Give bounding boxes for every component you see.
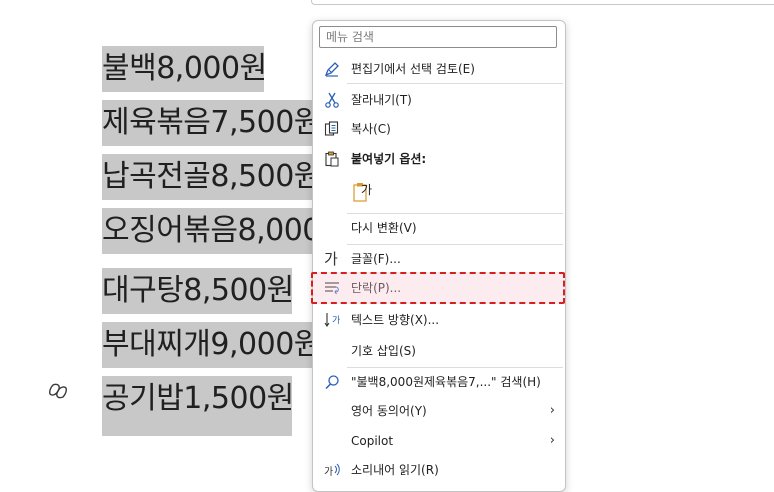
menu-item-label: "불백8,000원제육볶음7,..." 검색(H)	[351, 375, 541, 389]
menu-item-label: 잘라내기(T)	[351, 93, 412, 107]
font-icon: 가	[324, 250, 338, 268]
scissors-icon	[325, 92, 339, 108]
menu-item-convert-again[interactable]: 다시 변환(V)	[314, 214, 564, 242]
document-line[interactable]: 부대찌개9,000원	[102, 322, 312, 368]
search-icon	[325, 375, 339, 390]
clipboard-icon	[325, 151, 339, 167]
menu-item-copy[interactable]: 복사(C)	[314, 115, 564, 143]
menu-item-font[interactable]: 가 글꼴(F)...	[314, 245, 564, 273]
document-line[interactable]: 불백8,000원	[102, 46, 264, 92]
copy-icon	[324, 121, 339, 136]
menu-item-cut[interactable]: 잘라내기(T)	[314, 86, 564, 114]
menu-item-text-direction[interactable]: 가 텍스트 방향(X)...	[314, 306, 564, 334]
menu-item-label: 텍스트 방향(X)...	[351, 313, 440, 327]
menu-item-read-aloud[interactable]: 가 소리내어 읽기(R)	[314, 456, 564, 484]
document-line[interactable]: 대구탕8,500원	[102, 268, 292, 314]
top-window-edge	[311, 0, 774, 5]
document-line[interactable]: 공기밥1,500원	[102, 376, 292, 436]
chevron-right-icon: ›	[549, 433, 555, 448]
svg-text:가: 가	[332, 315, 340, 326]
copilot-icon[interactable]	[49, 383, 67, 399]
menu-item-insert-symbol[interactable]: 기호 삽입(S)	[314, 337, 564, 365]
menu-item-label: 영어 동의어(Y)	[351, 404, 427, 418]
menu-item-label: 소리내어 읽기(R)	[351, 463, 439, 477]
menu-item-label: 기호 삽입(S)	[351, 344, 416, 358]
menu-search-input[interactable]: 메뉴 검색	[319, 26, 557, 48]
menu-item-label: 붙여넣기 옵션:	[351, 152, 427, 166]
context-menu: 메뉴 검색 편집기에서 선택 검토(E) 잘라내기(T) 복사(C) 붙여넣기 …	[312, 20, 566, 492]
menu-separator	[347, 83, 563, 84]
paste-glyph: 가	[361, 183, 373, 197]
menu-item-label: Copilot	[351, 434, 394, 448]
document-line[interactable]: 오징어볶음8,000원	[102, 208, 312, 254]
menu-item-editor-review[interactable]: 편집기에서 선택 검토(E)	[314, 55, 564, 83]
chevron-right-icon: ›	[549, 403, 555, 418]
menu-item-copilot[interactable]: Copilot ›	[314, 427, 564, 455]
paragraph-highlight-box	[311, 272, 565, 304]
menu-item-search-selection[interactable]: "불백8,000원제육볶음7,..." 검색(H)	[314, 368, 564, 396]
menu-item-label: 복사(C)	[351, 122, 391, 136]
menu-item-synonyms[interactable]: 영어 동의어(Y) ›	[314, 397, 564, 425]
menu-item-label: 글꼴(F)...	[351, 252, 401, 266]
svg-text:가: 가	[324, 466, 333, 478]
menu-item-label: 편집기에서 선택 검토(E)	[351, 62, 475, 76]
document-line[interactable]: 제육볶음7,500원	[102, 100, 312, 146]
pen-icon	[324, 62, 339, 77]
menu-item-paste-options: 붙여넣기 옵션:	[314, 145, 564, 173]
text-direction-icon: 가	[324, 313, 340, 327]
document-line[interactable]: 납곡전골8,500원	[102, 154, 312, 200]
paste-keep-text-button[interactable]: 가	[314, 177, 564, 209]
menu-item-label: 다시 변환(V)	[351, 221, 417, 235]
